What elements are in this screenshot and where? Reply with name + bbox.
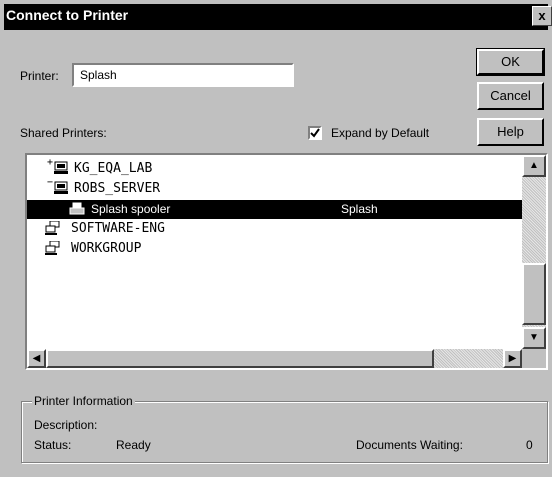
tree-item-label: ROBS_SERVER	[74, 181, 161, 196]
close-button[interactable]: x	[532, 6, 552, 26]
shared-printers-label: Shared Printers:	[20, 126, 107, 140]
printer-label: Printer:	[20, 69, 59, 83]
description-label: Description:	[34, 418, 98, 432]
title-bar: Connect to Printer x	[4, 4, 552, 30]
dialog-title: Connect to Printer	[6, 7, 129, 23]
scroll-left-button[interactable]: ◀	[27, 349, 46, 368]
connect-to-printer-dialog: Connect to Printer x Printer: OK Cancel …	[0, 0, 552, 477]
expand-by-default-checkbox[interactable]	[308, 126, 322, 140]
documents-waiting-value: 0	[526, 438, 533, 452]
ok-button[interactable]: OK	[476, 48, 545, 76]
tree-item-label: SOFTWARE-ENG	[71, 221, 165, 236]
tree-item-workgroup[interactable]: WORKGROUP	[27, 239, 524, 258]
documents-waiting-label: Documents Waiting:	[356, 438, 463, 452]
horizontal-scroll-thumb[interactable]	[46, 349, 434, 368]
printer-information-group: Printer Information Description: Status:…	[21, 394, 548, 463]
vertical-scroll-thumb[interactable]	[522, 263, 546, 325]
tree-item-kg-eqa-lab[interactable]: + KG_EQA_LAB	[27, 157, 524, 178]
printer-icon	[69, 202, 85, 215]
tree-item-label: WORKGROUP	[71, 241, 142, 256]
tree-item-label: KG_EQA_LAB	[74, 161, 153, 176]
horizontal-scrollbar[interactable]: ◀ ▶	[27, 349, 522, 368]
scroll-down-button[interactable]: ▼	[522, 327, 546, 349]
network-icon	[45, 221, 60, 235]
computer-icon	[54, 181, 68, 194]
cancel-button[interactable]: Cancel	[477, 82, 544, 110]
checkmark-icon	[310, 128, 320, 138]
tree-item-label: Splash spooler	[91, 202, 171, 216]
scroll-up-button[interactable]: ▲	[522, 155, 546, 177]
tree-item-robs-server[interactable]: − ROBS_SERVER	[27, 177, 524, 198]
printer-label-text: Printer:	[20, 69, 59, 83]
scroll-corner	[522, 349, 546, 368]
network-icon	[45, 241, 60, 255]
help-button[interactable]: Help	[477, 118, 544, 146]
status-label: Status:	[34, 438, 72, 452]
status-value: Ready	[116, 438, 151, 452]
printer-field[interactable]	[72, 63, 294, 87]
tree-item-software-eng[interactable]: SOFTWARE-ENG	[27, 219, 524, 238]
shared-printers-tree[interactable]: + KG_EQA_LAB − ROBS_SERVER Splash spoole…	[25, 153, 548, 370]
vertical-scrollbar[interactable]: ▲ ▼	[522, 155, 546, 349]
computer-icon	[54, 161, 68, 174]
tree-item-comment: Splash	[341, 202, 378, 216]
tree-item-splash-spooler[interactable]: Splash spooler Splash	[27, 200, 524, 219]
printer-information-title: Printer Information	[32, 394, 135, 408]
scroll-right-button[interactable]: ▶	[503, 349, 522, 368]
printer-input[interactable]	[74, 65, 292, 85]
expand-by-default-label[interactable]: Expand by Default	[331, 126, 429, 140]
